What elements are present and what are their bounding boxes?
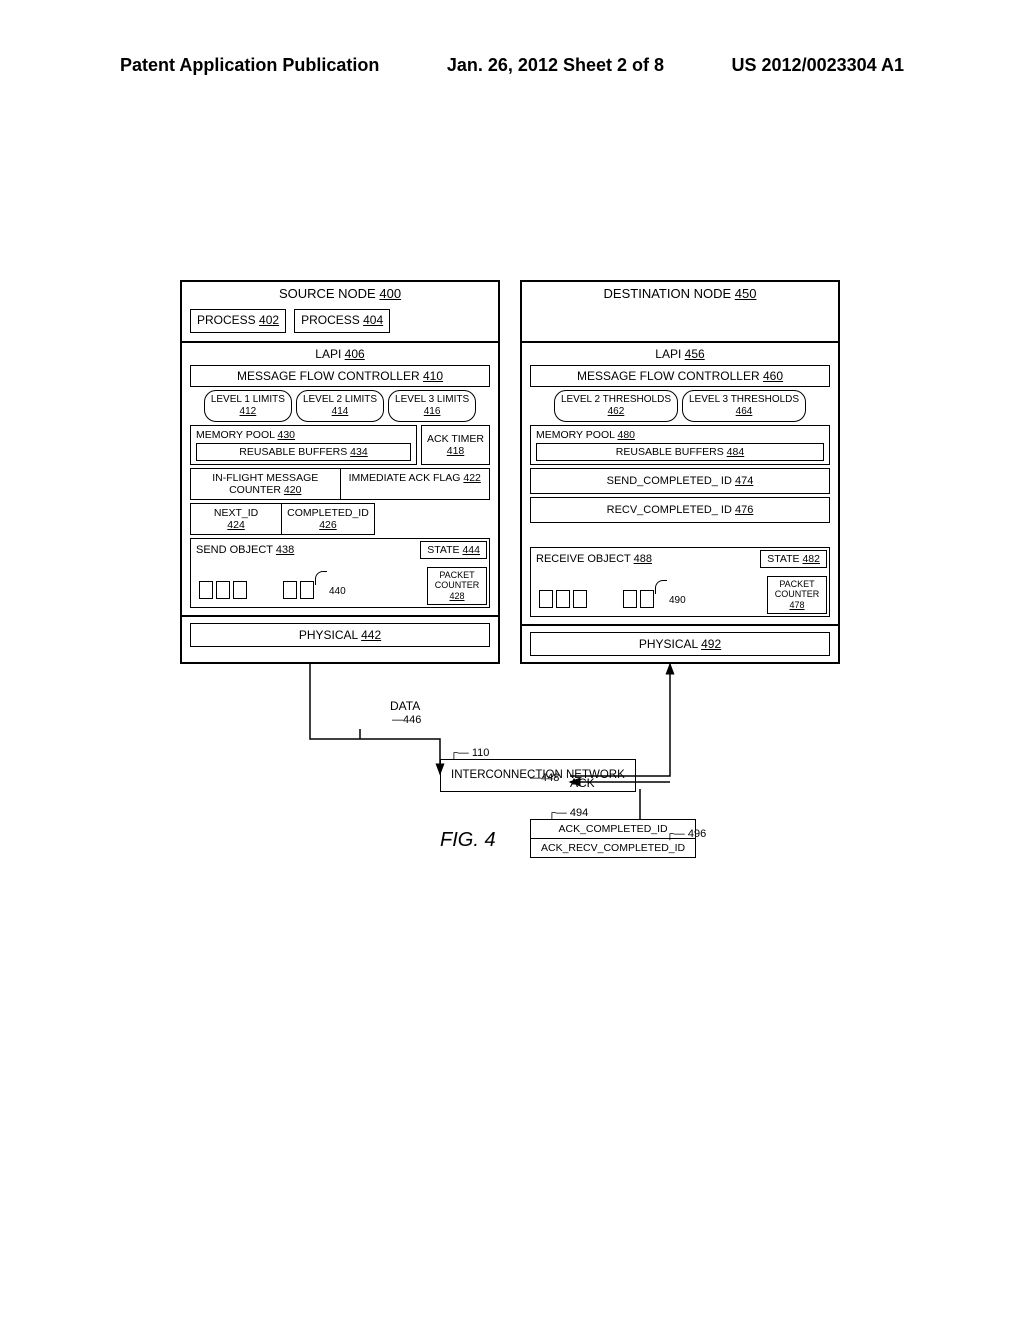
lapi-dest: LAPI 456 MESSAGE FLOW CONTROLLER 460 LEV… xyxy=(522,341,838,624)
process-402: PROCESS 402 xyxy=(190,309,286,333)
mfc-dest: MESSAGE FLOW CONTROLLER 460 xyxy=(530,365,830,387)
ref-494: ┌— 494 xyxy=(548,807,588,819)
memory-pool-src: MEMORY POOL 430 REUSABLE BUFFERS 434 xyxy=(190,425,417,465)
ref-448: —448 xyxy=(530,772,559,784)
process-404: PROCESS 404 xyxy=(294,309,390,333)
state-src: STATE 444 xyxy=(420,541,487,559)
send-completed-id: SEND_COMPLETED_ ID 474 xyxy=(530,468,830,494)
ref-110: ┌— 110 xyxy=(450,747,489,759)
completed-id: COMPLETED_ID426 xyxy=(281,503,375,535)
immediate-ack-flag: IMMEDIATE ACK FLAG 422 xyxy=(340,468,491,500)
lapi-source: LAPI 406 MESSAGE FLOW CONTROLLER 410 LEV… xyxy=(182,341,498,615)
destination-node: DESTINATION NODE 450 LAPI 456 MESSAGE FL… xyxy=(520,280,840,664)
bottom-section: DATA —446 ┌— 110 INTERCONNECTION NETWORK… xyxy=(180,664,840,884)
figure-label: FIG. 4 xyxy=(440,829,496,852)
limit-2: LEVEL 2 LIMITS414 xyxy=(296,390,384,422)
page-header: Patent Application Publication Jan. 26, … xyxy=(0,55,1024,76)
memory-pool-dest: MEMORY POOL 480 REUSABLE BUFFERS 484 xyxy=(530,425,830,465)
ack-label: ACK xyxy=(570,776,595,790)
send-object: SEND OBJECT 438 STATE 444 PACKET COUNTER… xyxy=(190,538,490,608)
ack-packet-box: ACK_COMPLETED_ID ACK_RECV_COMPLETED_ID xyxy=(530,819,696,858)
packet-counter-src: PACKET COUNTER428 xyxy=(427,567,487,605)
header-right: US 2012/0023304 A1 xyxy=(732,55,904,76)
source-title: SOURCE NODE 400 xyxy=(182,282,498,305)
reusable-dest: REUSABLE BUFFERS 484 xyxy=(536,443,824,461)
recv-completed-id: RECV_COMPLETED_ ID 476 xyxy=(530,497,830,523)
next-id: NEXT_ID424 xyxy=(190,503,281,535)
ack-completed-id: ACK_COMPLETED_ID xyxy=(531,820,695,839)
limit-1: LEVEL 1 LIMITS412 xyxy=(204,390,292,422)
buffer-slots-dest xyxy=(539,590,654,608)
ack-timer: ACK TIMER 418 xyxy=(421,425,490,465)
physical-src: PHYSICAL 442 xyxy=(182,615,498,653)
ref-490: 490 xyxy=(669,595,686,606)
ref-440: 440 xyxy=(329,586,346,597)
source-node: SOURCE NODE 400 PROCESS 402 PROCESS 404 … xyxy=(180,280,500,664)
data-label: DATA xyxy=(390,699,420,713)
limit-3: LEVEL 3 LIMITS416 xyxy=(388,390,476,422)
ack-recv-completed-id: ACK_RECV_COMPLETED_ID xyxy=(531,839,695,857)
threshold-2: LEVEL 3 THRESHOLDS464 xyxy=(682,390,806,422)
physical-dest: PHYSICAL 492 xyxy=(522,624,838,662)
header-center: Jan. 26, 2012 Sheet 2 of 8 xyxy=(447,55,664,76)
reusable-src: REUSABLE BUFFERS 434 xyxy=(196,443,411,461)
packet-counter-dest: PACKET COUNTER478 xyxy=(767,576,827,614)
header-left: Patent Application Publication xyxy=(120,55,379,76)
state-dest: STATE 482 xyxy=(760,550,827,568)
mfc-source: MESSAGE FLOW CONTROLLER 410 xyxy=(190,365,490,387)
threshold-1: LEVEL 2 THRESHOLDS462 xyxy=(554,390,678,422)
inflight-counter: IN-FLIGHT MESSAGE COUNTER 420 xyxy=(190,468,340,500)
dest-title: DESTINATION NODE 450 xyxy=(522,282,838,305)
ref-446: —446 xyxy=(392,714,421,726)
diagram: SOURCE NODE 400 PROCESS 402 PROCESS 404 … xyxy=(180,280,840,884)
buffer-slots-src xyxy=(199,581,314,599)
receive-object: RECEIVE OBJECT 488 STATE 482 PACKET COUN… xyxy=(530,547,830,617)
